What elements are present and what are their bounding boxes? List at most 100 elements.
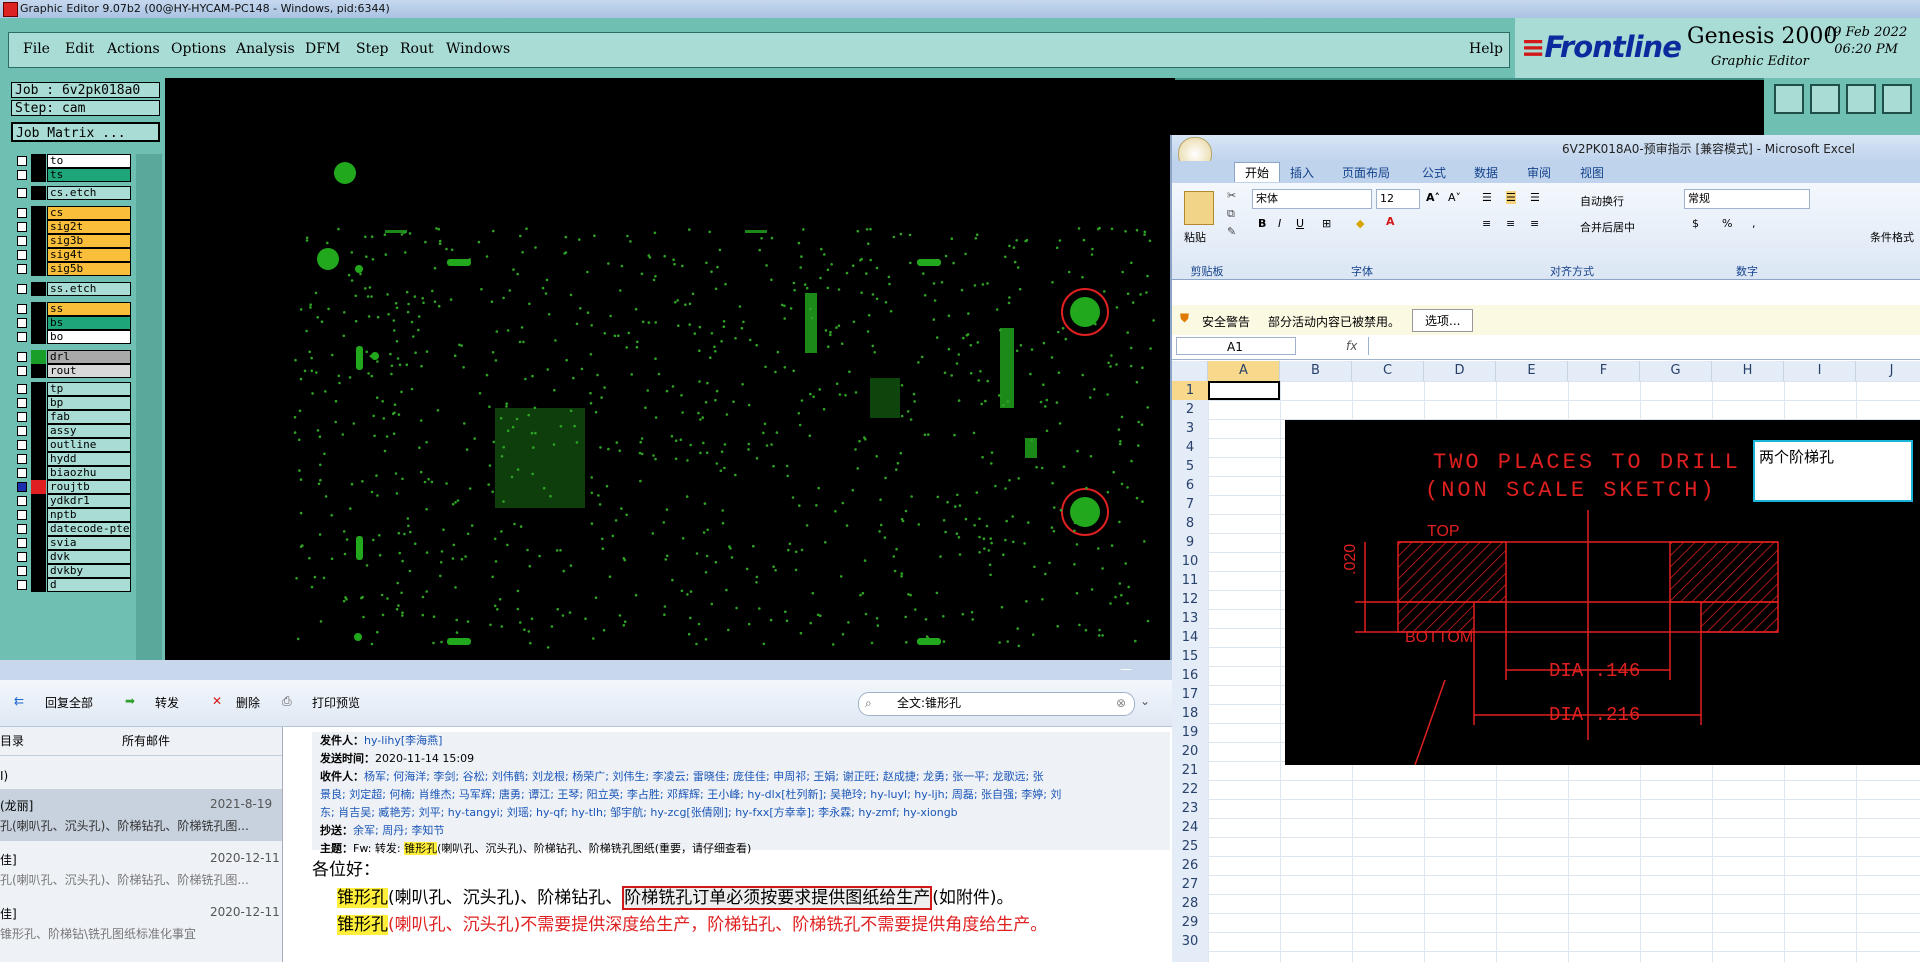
layer-name[interactable]: ss [47, 302, 131, 316]
layer-checkbox[interactable] [17, 538, 27, 548]
row-header[interactable]: 19 [1172, 723, 1208, 742]
layer-row-biaozhu[interactable]: biaozhu [11, 466, 133, 480]
layer-row-cs.etch[interactable]: cs.etch [11, 186, 133, 200]
layer-checkbox[interactable] [17, 332, 27, 342]
layer-row-ydkdr1[interactable]: ydkdr1 [11, 494, 133, 508]
layer-checkbox[interactable] [17, 552, 27, 562]
layer-name[interactable]: ts [47, 168, 131, 182]
layer-row-nptb[interactable]: nptb [11, 508, 133, 522]
layer-checkbox[interactable] [17, 412, 27, 422]
row-header[interactable]: 3 [1172, 419, 1208, 438]
job-matrix-button[interactable]: Job Matrix ... [11, 122, 160, 142]
layer-name[interactable]: datecode-pte [47, 522, 131, 536]
row-header[interactable]: 7 [1172, 495, 1208, 514]
layer-checkbox[interactable] [17, 454, 27, 464]
paste-icon[interactable] [1184, 191, 1214, 225]
layer-name[interactable]: cs [47, 206, 131, 220]
layer-checkbox[interactable] [17, 188, 27, 198]
layer-checkbox[interactable] [17, 366, 27, 376]
currency-icon[interactable]: $ [1692, 217, 1699, 230]
layer-row-tp[interactable]: tp [11, 382, 133, 396]
options-button[interactable]: 选项... [1412, 309, 1474, 332]
menu-windows[interactable]: Windows [446, 41, 510, 57]
layer-row-ss.etch[interactable]: ss.etch [11, 282, 133, 296]
menu-actions[interactable]: Actions [107, 41, 160, 57]
toolbox-button-1[interactable] [1774, 84, 1804, 114]
number-format-select[interactable]: 常规 [1684, 189, 1810, 209]
layer-row-roujtb[interactable]: roujtb [11, 480, 133, 494]
menu-help[interactable]: Help [1469, 41, 1503, 57]
wrap-text-button[interactable]: 自动换行 [1580, 193, 1624, 209]
font-color-icon[interactable]: A [1386, 215, 1395, 228]
row-header[interactable]: 25 [1172, 837, 1208, 856]
layer-checkbox[interactable] [17, 482, 27, 492]
menu-dfm[interactable]: DFM [305, 41, 340, 57]
column-header[interactable]: G [1640, 361, 1712, 381]
delete-button[interactable]: 删除 [236, 694, 260, 711]
layer-checkbox[interactable] [17, 170, 27, 180]
align-top-icon[interactable]: ☰ [1482, 191, 1492, 204]
print-preview-button[interactable]: 打印预览 [312, 694, 360, 711]
layer-name[interactable]: hydd [47, 452, 131, 466]
border-icon[interactable]: ⊞ [1322, 217, 1331, 230]
layer-name[interactable]: outline [47, 438, 131, 452]
row-header[interactable]: 4 [1172, 438, 1208, 457]
layer-name[interactable]: biaozhu [47, 466, 131, 480]
layer-row-hydd[interactable]: hydd [11, 452, 133, 466]
row-header[interactable]: 9 [1172, 533, 1208, 552]
row-header[interactable]: 18 [1172, 704, 1208, 723]
layer-checkbox[interactable] [17, 264, 27, 274]
layer-row-cs[interactable]: cs [11, 206, 133, 220]
layer-name[interactable]: bs [47, 316, 131, 330]
layer-name[interactable]: ss.etch [47, 282, 131, 296]
row-header[interactable]: 1 [1172, 381, 1208, 400]
row-header[interactable]: 16 [1172, 666, 1208, 685]
row-header[interactable]: 15 [1172, 647, 1208, 666]
menu-options[interactable]: Options [171, 41, 226, 57]
layer-row-ss[interactable]: ss [11, 302, 133, 316]
toolbox-button-4[interactable] [1882, 84, 1912, 114]
layer-row-sig5b[interactable]: sig5b [11, 262, 133, 276]
row-header[interactable]: 30 [1172, 932, 1208, 951]
layer-name[interactable]: cs.etch [47, 186, 131, 200]
layer-row-svia[interactable]: svia [11, 536, 133, 550]
menu-edit[interactable]: Edit [65, 41, 94, 57]
fx-icon[interactable]: fx [1346, 339, 1357, 353]
row-header[interactable]: 26 [1172, 856, 1208, 875]
layer-checkbox[interactable] [17, 580, 27, 590]
row-header[interactable]: 10 [1172, 552, 1208, 571]
layer-name[interactable]: dvkby [47, 564, 131, 578]
layer-checkbox[interactable] [17, 222, 27, 232]
column-header[interactable]: J [1856, 361, 1920, 381]
row-header[interactable]: 8 [1172, 514, 1208, 533]
copy-icon[interactable]: ⧉ [1227, 207, 1235, 221]
shrink-font-icon[interactable]: A˅ [1448, 191, 1461, 204]
column-header[interactable]: E [1496, 361, 1568, 381]
row-header[interactable]: 24 [1172, 818, 1208, 837]
layer-checkbox[interactable] [17, 250, 27, 260]
menu-rout[interactable]: Rout [400, 41, 434, 57]
clear-search-icon[interactable]: ⊗ [1116, 693, 1126, 713]
layer-checkbox[interactable] [17, 236, 27, 246]
merge-center-button[interactable]: 合并后居中 [1580, 219, 1635, 235]
pcb-canvas[interactable] [165, 78, 1175, 663]
align-center-icon[interactable]: ≡ [1506, 217, 1515, 230]
layer-checkbox[interactable] [17, 566, 27, 576]
layer-checkbox[interactable] [17, 304, 27, 314]
name-box[interactable]: A1 [1176, 337, 1296, 355]
list-item[interactable]: (龙丽] 2021-8-19 孔(喇叭孔、沉头孔)、阶梯钻孔、阶梯铣孔图... [0, 789, 282, 841]
column-header[interactable]: D [1424, 361, 1496, 381]
layer-name[interactable]: to [47, 154, 131, 168]
fill-color-icon[interactable]: ◆ [1356, 217, 1364, 230]
search-box[interactable]: ⌕ 全文:锥形孔 ⊗ [858, 692, 1135, 716]
font-size-select[interactable]: 12 [1376, 189, 1420, 209]
layer-row-sig4t[interactable]: sig4t [11, 248, 133, 262]
layer-checkbox[interactable] [17, 284, 27, 294]
row-header[interactable]: 17 [1172, 685, 1208, 704]
layer-name[interactable]: svia [47, 536, 131, 550]
layer-scrollbar[interactable] [136, 154, 162, 664]
layer-row-to[interactable]: to [11, 154, 133, 168]
layer-name[interactable]: sig4t [47, 248, 131, 262]
row-header[interactable]: 14 [1172, 628, 1208, 647]
row-header[interactable]: 6 [1172, 476, 1208, 495]
